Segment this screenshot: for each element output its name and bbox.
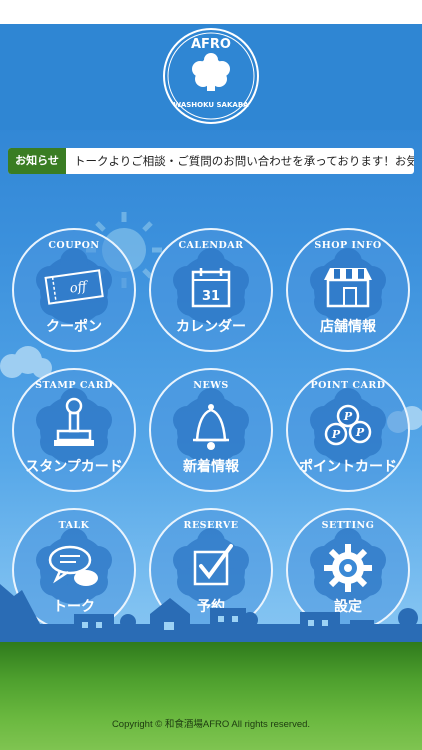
- afro-logo: AFRO WASHOKU SAKABA: [163, 28, 259, 124]
- setting-en-label: SETTING: [321, 520, 375, 531]
- coin-letter-2: P: [331, 428, 341, 441]
- copyright-text: Copyright © 和食酒場AFRO All rights reserved…: [111, 719, 311, 730]
- news-label: お知らせ: [8, 148, 66, 174]
- coin-letter-1: P: [343, 410, 353, 423]
- shop-info-button[interactable]: SHOP INFO 店舗情報: [286, 228, 410, 352]
- town-skyline: [0, 584, 422, 644]
- calendar-icon-text: 31: [202, 289, 220, 304]
- coupon-button[interactable]: off COUPON クーポン: [12, 228, 136, 352]
- stamp-card-button[interactable]: STAMP CARD スタンプカード: [12, 368, 136, 492]
- shop-info-en-label: SHOP INFO: [314, 240, 382, 251]
- grass-field: [0, 642, 422, 750]
- talk-en-label: TALK: [58, 520, 90, 531]
- header: AFRO WASHOKU SAKABA: [0, 24, 422, 130]
- logo-top-text: AFRO: [191, 37, 231, 52]
- point-card-en-label: POINT CARD: [310, 380, 386, 391]
- coupon-jp-label: クーポン: [46, 319, 102, 335]
- status-bar: [0, 0, 422, 24]
- stamp-card-jp-label: スタンプカード: [25, 459, 123, 475]
- reserve-en-label: RESERVE: [183, 520, 239, 531]
- stamp-card-en-label: STAMP CARD: [35, 380, 113, 391]
- news-text[interactable]: トークよりご相談・ご質問のお問い合わせを承っております！お気軽にご連: [74, 148, 414, 174]
- calendar-jp-label: カレンダー: [176, 319, 246, 335]
- shop-info-jp-label: 店舗情報: [320, 319, 376, 335]
- calendar-en-label: CALENDAR: [178, 240, 244, 251]
- news-en-label: NEWS: [193, 380, 229, 391]
- logo-bottom-text: WASHOKU SAKABA: [173, 101, 249, 109]
- coupon-en-label: COUPON: [48, 240, 100, 251]
- coin-letter-3: P: [355, 426, 365, 439]
- point-card-jp-label: ポイントカード: [299, 459, 397, 475]
- news-button[interactable]: NEWS 新着情報: [149, 368, 273, 492]
- point-card-button[interactable]: P P P POINT CARD ポイントカード: [286, 368, 410, 492]
- news-jp-label: 新着情報: [183, 459, 239, 475]
- news-ticker[interactable]: お知らせ トークよりご相談・ご質問のお問い合わせを承っております！お気軽にご連: [8, 148, 414, 174]
- app-screen: AFRO WASHOKU SAKABA お知らせ トークよりご相談・ご質問のお問…: [0, 24, 422, 750]
- calendar-button[interactable]: 31 CALENDAR カレンダー: [149, 228, 273, 352]
